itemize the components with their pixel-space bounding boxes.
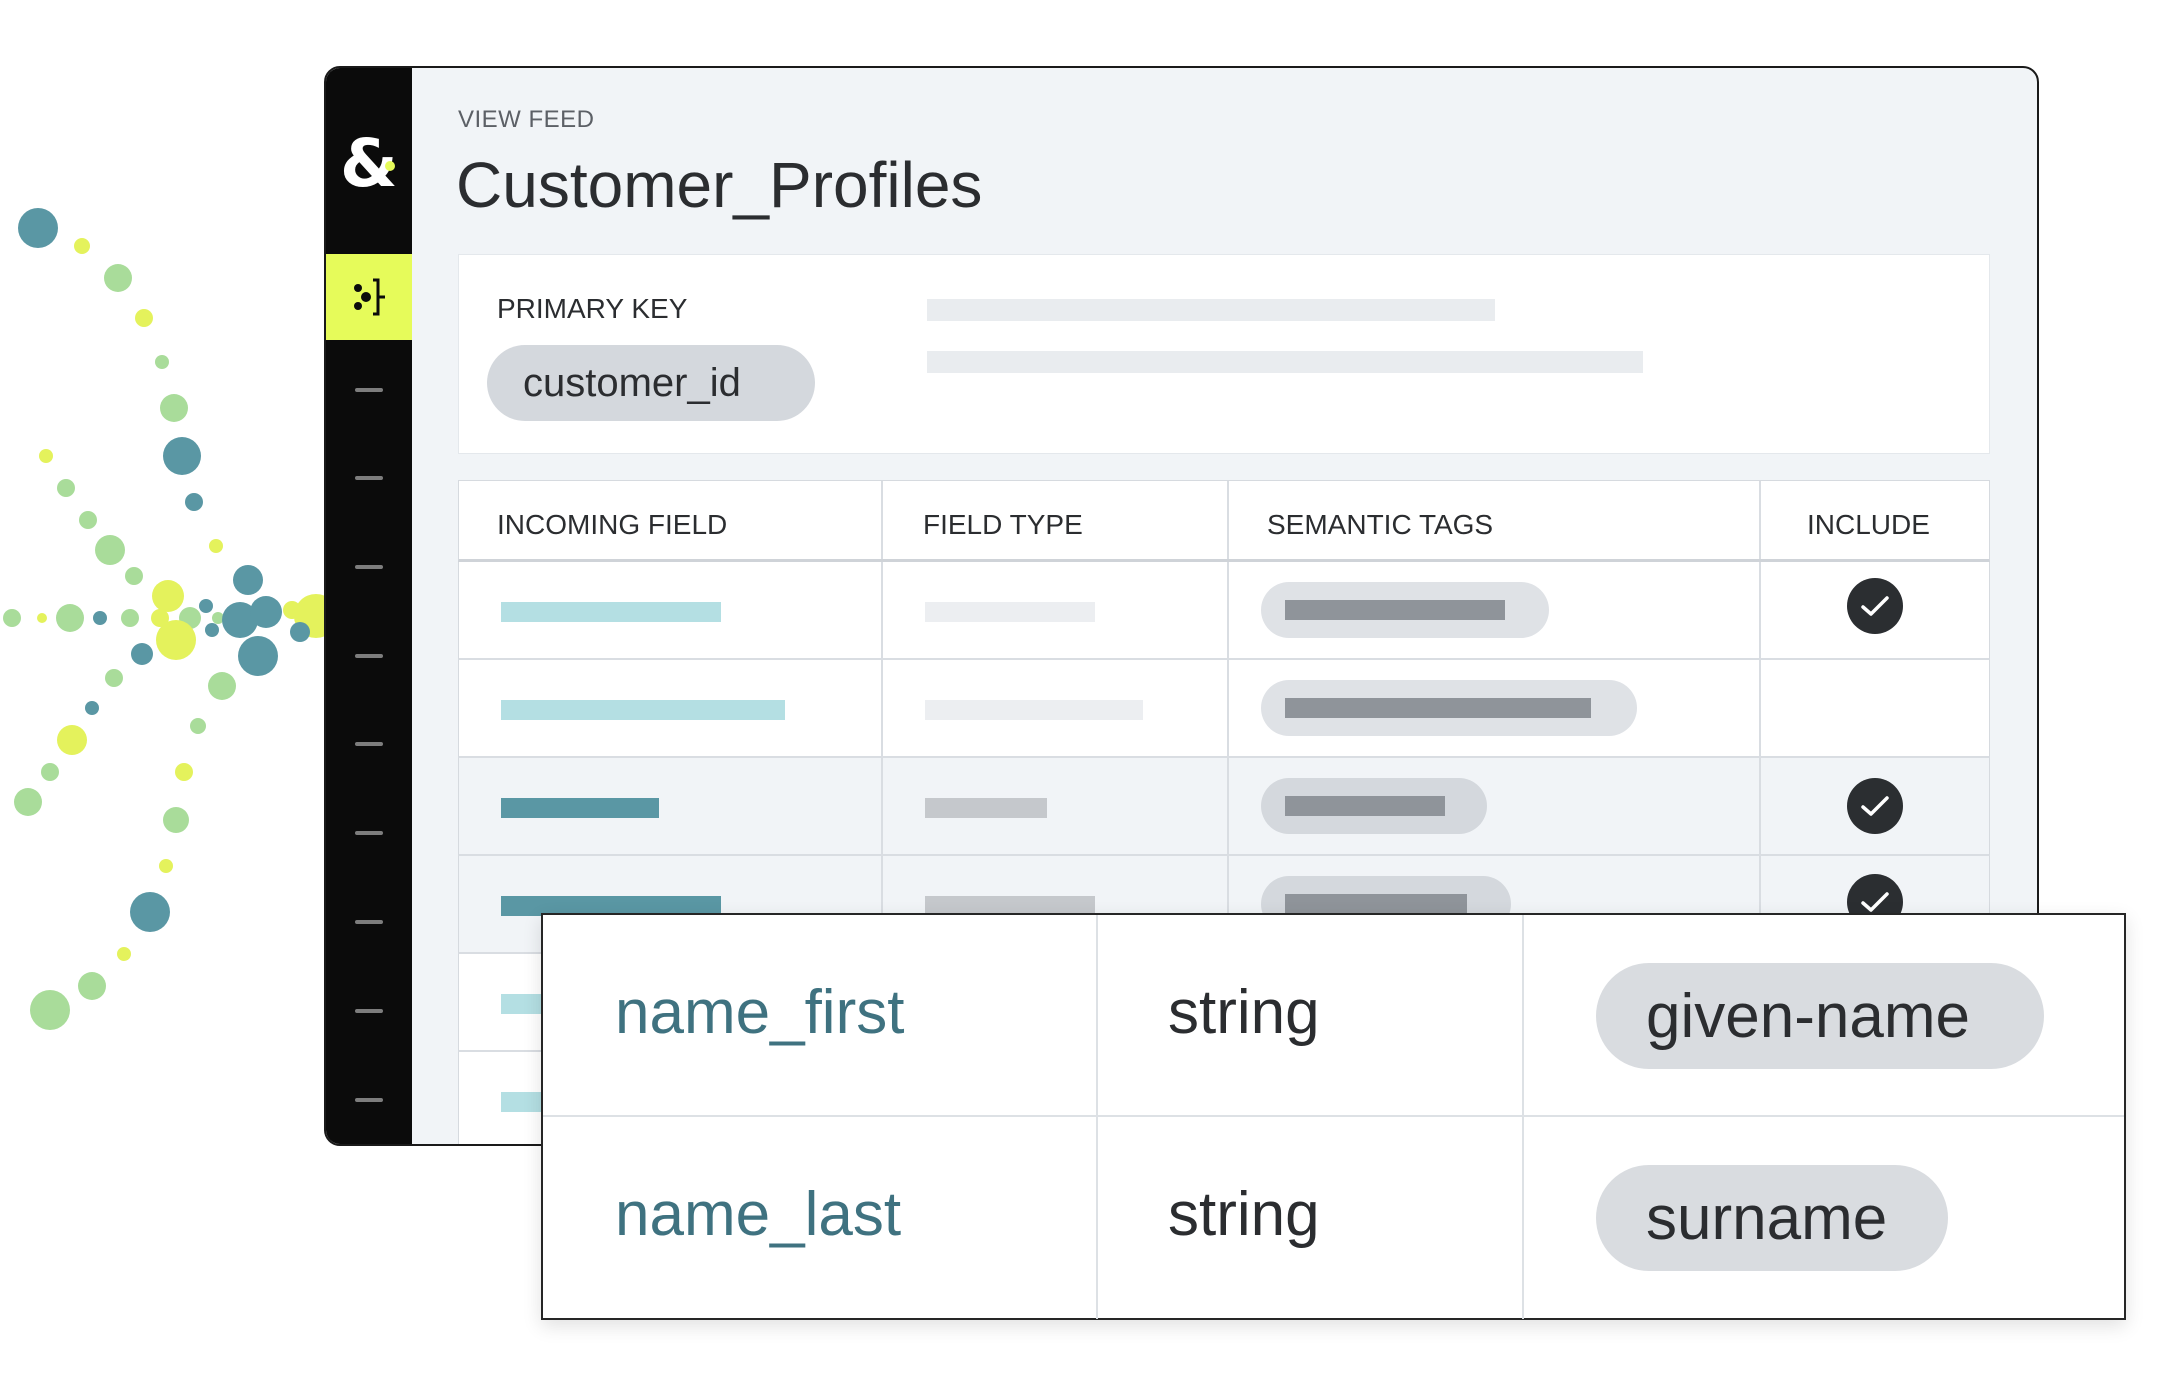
semantic-tag-chip[interactable]: surname bbox=[1596, 1165, 1948, 1271]
field-type-placeholder bbox=[925, 798, 1047, 818]
column-header-field-type[interactable]: FIELD TYPE bbox=[883, 481, 1229, 559]
field-type: string bbox=[1168, 1180, 1320, 1249]
primary-key-label: PRIMARY KEY bbox=[497, 293, 688, 324]
sidebar-item[interactable] bbox=[355, 388, 383, 392]
field-name-placeholder bbox=[501, 602, 721, 622]
table-row[interactable] bbox=[458, 758, 1990, 856]
table-row[interactable]: name_last string surname bbox=[543, 1117, 2124, 1319]
field-name-placeholder bbox=[501, 700, 785, 720]
column-header-semantic-tags[interactable]: SEMANTIC TAGS bbox=[1229, 481, 1761, 559]
sidebar-item[interactable] bbox=[355, 831, 383, 835]
sidebar-item-feeds[interactable] bbox=[326, 254, 412, 340]
sidebar-item[interactable] bbox=[355, 565, 383, 569]
table-row[interactable] bbox=[458, 660, 1990, 758]
incoming-field-name: name_first bbox=[615, 978, 905, 1047]
placeholder-line bbox=[927, 351, 1643, 373]
check-circle-icon[interactable] bbox=[1847, 578, 1903, 634]
field-name-placeholder bbox=[501, 798, 659, 818]
field-type-placeholder bbox=[925, 602, 1095, 622]
sidebar-item[interactable] bbox=[355, 1009, 383, 1013]
sidebar-item[interactable] bbox=[355, 742, 383, 746]
column-header-incoming-field[interactable]: INCOMING FIELD bbox=[459, 481, 883, 559]
sidebar: & bbox=[326, 68, 412, 1144]
ampersand-logo-icon: & bbox=[340, 128, 398, 198]
check-circle-icon[interactable] bbox=[1847, 778, 1903, 834]
table-row[interactable]: name_first string given-name bbox=[543, 915, 2124, 1117]
placeholder-line bbox=[927, 299, 1495, 321]
sidebar-item[interactable] bbox=[355, 920, 383, 924]
decorative-dot-burst bbox=[3, 208, 338, 1030]
field-type: string bbox=[1168, 978, 1320, 1047]
page-title: Customer_Profiles bbox=[456, 149, 983, 221]
semantic-tag-chip[interactable] bbox=[1261, 778, 1487, 834]
feed-connector-icon bbox=[354, 278, 385, 316]
primary-key-value: customer_id bbox=[523, 360, 741, 405]
sidebar-item[interactable] bbox=[355, 476, 383, 480]
semantic-tag-chip[interactable] bbox=[1261, 680, 1637, 736]
semantic-tag-chip[interactable] bbox=[1261, 582, 1549, 638]
primary-key-card: PRIMARY KEY customer_id bbox=[458, 254, 1990, 454]
field-type-placeholder bbox=[925, 700, 1143, 720]
table-row[interactable] bbox=[458, 562, 1990, 660]
primary-key-chip[interactable]: customer_id bbox=[487, 345, 815, 421]
sidebar-item[interactable] bbox=[355, 1098, 383, 1102]
table-header: INCOMING FIELD FIELD TYPE SEMANTIC TAGS … bbox=[458, 480, 1990, 562]
sidebar-item[interactable] bbox=[355, 654, 383, 658]
semantic-tag-chip[interactable]: given-name bbox=[1596, 963, 2044, 1069]
page-eyebrow: VIEW FEED bbox=[458, 106, 595, 133]
field-mapping-detail-card: name_first string given-name name_last s… bbox=[541, 913, 2126, 1320]
incoming-field-name: name_last bbox=[615, 1180, 902, 1249]
column-header-include[interactable]: INCLUDE bbox=[1761, 481, 1991, 559]
